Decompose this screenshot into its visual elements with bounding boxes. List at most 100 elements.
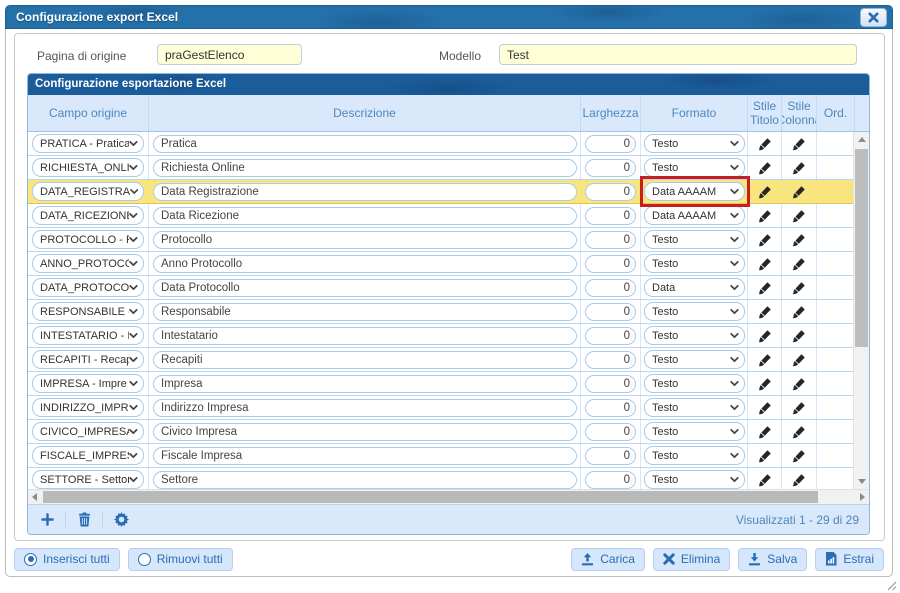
save-button[interactable]: Salva [738,548,807,571]
stile-colonna-button[interactable] [792,401,806,415]
larghezza-input[interactable]: 0 [585,255,636,273]
stile-colonna-button[interactable] [792,281,806,295]
stile-colonna-button[interactable] [792,449,806,463]
descrizione-input[interactable]: Protocollo [153,231,577,249]
descrizione-input[interactable]: Richiesta Online [153,159,577,177]
formato-select[interactable]: Data AAAAM [644,182,745,201]
larghezza-input[interactable]: 0 [585,399,636,417]
insert-all-button[interactable]: Inserisci tutti [14,548,120,571]
stile-titolo-button[interactable] [758,281,772,295]
campo-origine-select[interactable]: DATA_RICEZIONE [32,206,144,225]
formato-select[interactable]: Testo [644,374,745,393]
larghezza-input[interactable]: 0 [585,303,636,321]
larghezza-input[interactable]: 0 [585,183,636,201]
larghezza-input[interactable]: 0 [585,207,636,225]
stile-colonna-button[interactable] [792,185,806,199]
campo-origine-select[interactable]: PRATICA - Pratica [32,134,144,153]
descrizione-input[interactable]: Data Ricezione [153,207,577,225]
stile-colonna-button[interactable] [792,137,806,151]
campo-origine-select[interactable]: INTESTATARIO - I [32,326,144,345]
stile-titolo-button[interactable] [758,161,772,175]
larghezza-input[interactable]: 0 [585,423,636,441]
descrizione-input[interactable]: Responsabile [153,303,577,321]
dialog-titlebar[interactable]: Configurazione export Excel [5,5,893,29]
formato-select[interactable]: Testo [644,398,745,417]
stile-colonna-button[interactable] [792,425,806,439]
delete-row-button[interactable] [75,511,93,529]
descrizione-input[interactable]: Civico Impresa [153,423,577,441]
formato-select[interactable]: Testo [644,470,745,489]
campo-origine-select[interactable]: RECAPITI - Recap [32,350,144,369]
campo-origine-select[interactable]: RESPONSABILE - [32,302,144,321]
scroll-up-arrow-icon[interactable] [858,137,866,142]
extract-button[interactable]: Estrai [815,548,884,571]
campo-origine-select[interactable]: DATA_PROTOCO [32,278,144,297]
stile-titolo-button[interactable] [758,425,772,439]
scroll-right-arrow-icon[interactable] [860,493,865,501]
stile-titolo-button[interactable] [758,185,772,199]
formato-select[interactable]: Testo [644,302,745,321]
campo-origine-select[interactable]: PROTOCOLLO - F [32,230,144,249]
source-page-input[interactable] [157,44,302,65]
larghezza-input[interactable]: 0 [585,447,636,465]
stile-titolo-button[interactable] [758,209,772,223]
stile-colonna-button[interactable] [792,473,806,487]
stile-colonna-button[interactable] [792,329,806,343]
stile-titolo-button[interactable] [758,257,772,271]
formato-select[interactable]: Testo [644,230,745,249]
descrizione-input[interactable]: Recapiti [153,351,577,369]
campo-origine-select[interactable]: FISCALE_IMPRES [32,446,144,465]
scroll-left-arrow-icon[interactable] [32,493,37,501]
delete-button[interactable]: Elimina [653,548,730,571]
stile-titolo-button[interactable] [758,401,772,415]
vertical-scrollbar-thumb[interactable] [855,149,868,347]
stile-titolo-button[interactable] [758,353,772,367]
stile-titolo-button[interactable] [758,137,772,151]
formato-select[interactable]: Testo [644,422,745,441]
campo-origine-select[interactable]: DATA_REGISTRAZ [32,182,144,201]
descrizione-input[interactable]: Settore [153,471,577,489]
larghezza-input[interactable]: 0 [585,327,636,345]
larghezza-input[interactable]: 0 [585,231,636,249]
stile-colonna-button[interactable] [792,161,806,175]
stile-colonna-button[interactable] [792,377,806,391]
descrizione-input[interactable]: Indirizzo Impresa [153,399,577,417]
stile-titolo-button[interactable] [758,449,772,463]
stile-titolo-button[interactable] [758,305,772,319]
formato-select[interactable]: Testo [644,326,745,345]
formato-select[interactable]: Testo [644,350,745,369]
horizontal-scrollbar[interactable] [28,489,869,504]
campo-origine-select[interactable]: ANNO_PROTOCC [32,254,144,273]
descrizione-input[interactable]: Intestatario [153,327,577,345]
descrizione-input[interactable]: Fiscale Impresa [153,447,577,465]
descrizione-input[interactable]: Anno Protocollo [153,255,577,273]
campo-origine-select[interactable]: CIVICO_IMPRESA [32,422,144,441]
model-input[interactable] [499,44,857,65]
descrizione-input[interactable]: Data Registrazione [153,183,577,201]
larghezza-input[interactable]: 0 [585,351,636,369]
resize-handle-icon[interactable] [887,581,897,591]
larghezza-input[interactable]: 0 [585,471,636,489]
larghezza-input[interactable]: 0 [585,375,636,393]
larghezza-input[interactable]: 0 [585,159,636,177]
grid-settings-button[interactable] [112,511,130,529]
add-row-button[interactable] [38,511,56,529]
stile-colonna-button[interactable] [792,233,806,247]
campo-origine-select[interactable]: SETTORE - Settor [32,470,144,489]
formato-select[interactable]: Testo [644,134,745,153]
formato-select[interactable]: Testo [644,158,745,177]
stile-titolo-button[interactable] [758,233,772,247]
stile-titolo-button[interactable] [758,329,772,343]
remove-all-button[interactable]: Rimuovi tutti [128,548,233,571]
descrizione-input[interactable]: Pratica [153,135,577,153]
larghezza-input[interactable]: 0 [585,135,636,153]
formato-select[interactable]: Testo [644,254,745,273]
horizontal-scrollbar-thumb[interactable] [43,491,818,503]
stile-colonna-button[interactable] [792,209,806,223]
campo-origine-select[interactable]: IMPRESA - Impre [32,374,144,393]
vertical-scrollbar[interactable] [853,132,869,489]
campo-origine-select[interactable]: INDIRIZZO_IMPR [32,398,144,417]
stile-titolo-button[interactable] [758,473,772,487]
close-button[interactable] [860,8,887,27]
stile-colonna-button[interactable] [792,353,806,367]
